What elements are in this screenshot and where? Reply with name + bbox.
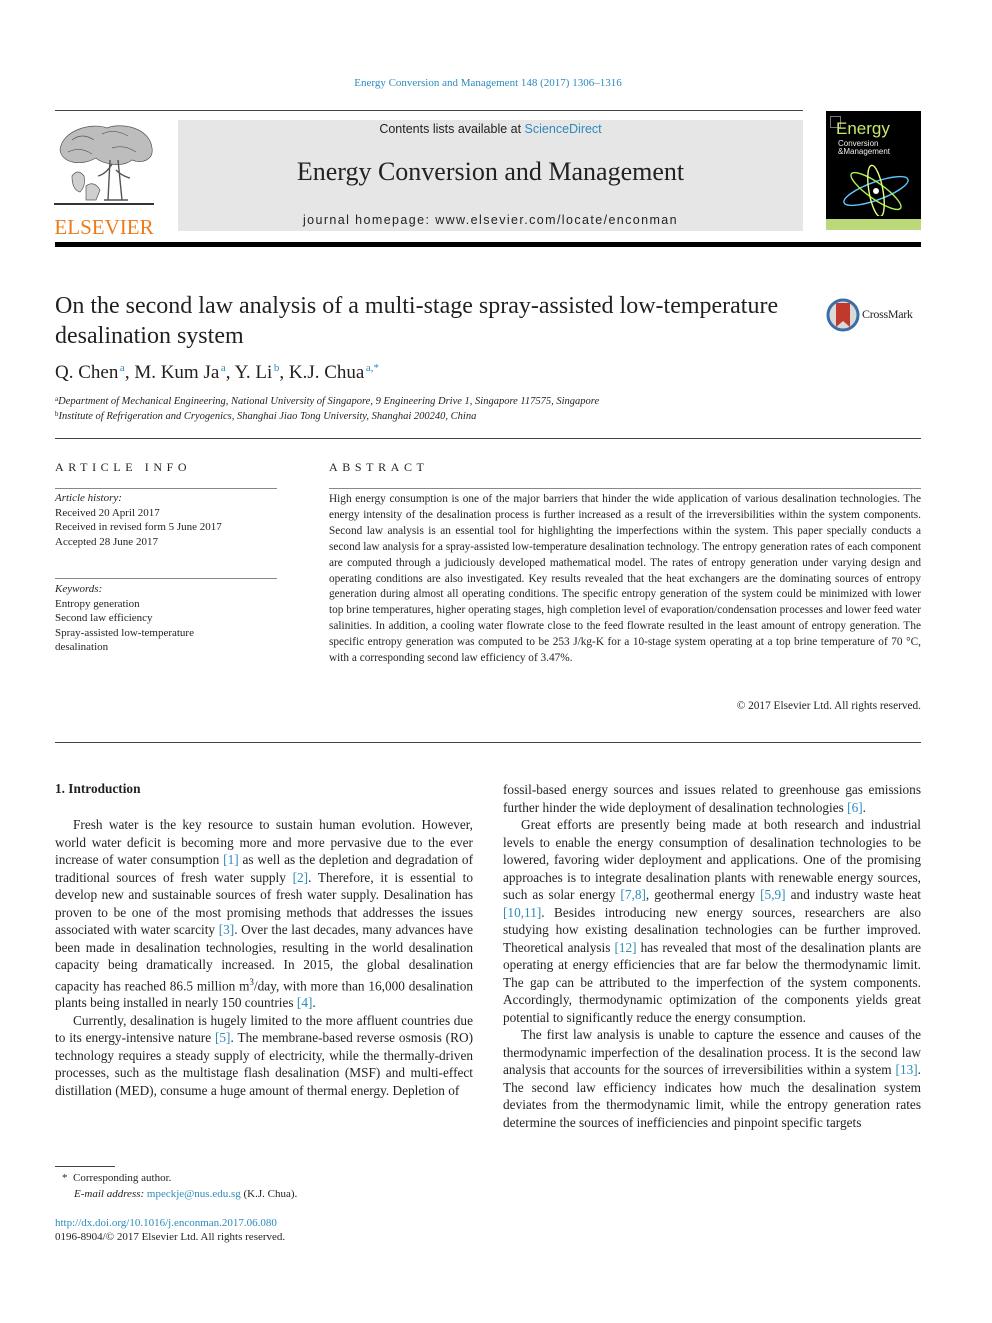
- citation-link[interactable]: [12]: [614, 940, 636, 955]
- corresponding-marker: *: [62, 1172, 68, 1184]
- crossmark-button[interactable]: CrossMark: [826, 297, 926, 333]
- doi-block: http://dx.doi.org/10.1016/j.enconman.201…: [55, 1216, 285, 1244]
- elsevier-tree-icon: [54, 125, 154, 205]
- journal-cover[interactable]: Energy Conversion &Management: [826, 111, 921, 230]
- cover-graphic-icon: [843, 164, 909, 216]
- issn-copyright: 0196-8904/© 2017 Elsevier Ltd. All right…: [55, 1231, 286, 1243]
- citation-link[interactable]: [6]: [847, 800, 863, 815]
- author-name[interactable]: M. Kum Ja: [134, 362, 219, 383]
- article-history: Article history: Received 20 April 2017 …: [55, 491, 222, 549]
- journal-reference-link[interactable]: Energy Conversion and Management 148 (20…: [354, 77, 621, 89]
- email-label: E-mail address:: [74, 1188, 145, 1200]
- email-link[interactable]: mpeckje@nus.edu.sg: [147, 1188, 241, 1200]
- author[interactable]: K.J. Chua a,*: [289, 362, 379, 383]
- sciencedirect-link[interactable]: ScienceDirect: [525, 122, 602, 136]
- abstract-divider: [55, 742, 921, 743]
- keywords-label: Keywords:: [55, 583, 103, 595]
- contents-line: Contents lists available at ScienceDirec…: [178, 122, 803, 136]
- abstract-rule: [329, 488, 921, 489]
- paragraph: The first law analysis is unable to capt…: [503, 1027, 921, 1130]
- citation-link[interactable]: [13]: [896, 1062, 918, 1077]
- body-left-column: Fresh water is the key resource to susta…: [55, 816, 473, 1099]
- cover-band: [826, 219, 921, 230]
- citation-link[interactable]: [5]: [215, 1030, 231, 1045]
- author[interactable]: Y. Li b: [235, 362, 280, 383]
- cover-subtitle-2: &Management: [838, 147, 891, 156]
- citation-link[interactable]: [3]: [219, 922, 235, 937]
- contents-prefix: Contents lists available at: [379, 122, 525, 136]
- citation-link[interactable]: [5,9]: [760, 887, 785, 902]
- section-heading: 1. Introduction: [55, 781, 141, 796]
- author-affiliation-marker[interactable]: a,*: [366, 362, 379, 374]
- journal-masthead: Contents lists available at ScienceDirec…: [178, 120, 803, 231]
- keyword: desalination: [55, 641, 109, 654]
- author-name[interactable]: Q. Chen: [55, 362, 118, 383]
- affiliation-text: Institute of Refrigeration and Cryogenic…: [58, 411, 477, 422]
- email-line: E-mail address: mpeckje@nus.edu.sg (K.J.…: [62, 1186, 297, 1202]
- author-affiliation-marker[interactable]: a: [120, 362, 125, 374]
- abstract-copyright: © 2017 Elsevier Ltd. All rights reserved…: [736, 700, 921, 712]
- paragraph: Fresh water is the key resource to susta…: [55, 817, 474, 1011]
- crossmark-label: CrossMark: [862, 307, 913, 321]
- abstract-heading: ABSTRACT: [329, 460, 429, 474]
- author-affiliation-marker[interactable]: b: [274, 362, 280, 374]
- header-top-rule: [55, 110, 803, 111]
- body-right-column: fossil-based energy sources and issues r…: [503, 781, 921, 1131]
- author-name[interactable]: K.J. Chua: [289, 362, 364, 383]
- elsevier-wordmark: ELSEVIER: [54, 215, 154, 239]
- keywords: Keywords: Entropy generation Second law …: [55, 582, 194, 655]
- author-list: Q. Chen a, M. Kum Ja a, Y. Li b, K.J. Ch…: [55, 362, 380, 383]
- header-thick-rule: [55, 242, 921, 247]
- superscript: 3: [249, 976, 254, 987]
- article-title: On the second law analysis of a multi-st…: [55, 293, 779, 349]
- keyword: Spray-assisted low-temperature: [55, 626, 194, 639]
- footnote-rule: [55, 1166, 115, 1167]
- doi-link[interactable]: http://dx.doi.org/10.1016/j.enconman.201…: [55, 1217, 277, 1229]
- citation-link[interactable]: [1]: [223, 852, 239, 867]
- journal-name: Energy Conversion and Management: [296, 157, 685, 186]
- keyword: Entropy generation: [55, 597, 140, 610]
- affiliation-text: Department of Mechanical Engineering, Na…: [58, 396, 600, 407]
- paragraph: Great efforts are presently being made a…: [503, 817, 921, 1025]
- journal-homepage[interactable]: journal homepage: www.elsevier.com/locat…: [178, 213, 803, 227]
- citation-link[interactable]: [4]: [297, 995, 313, 1010]
- elsevier-logo[interactable]: ELSEVIER: [52, 120, 156, 238]
- keywords-rule: [55, 578, 277, 579]
- cover-subtitle: Conversion &Management: [838, 140, 890, 156]
- title-divider: [55, 438, 921, 439]
- citation-link[interactable]: [10,11]: [503, 905, 541, 920]
- paragraph: fossil-based energy sources and issues r…: [503, 782, 921, 815]
- citation-link[interactable]: [7,8]: [620, 887, 645, 902]
- journal-reference[interactable]: Energy Conversion and Management 148 (20…: [0, 77, 976, 89]
- article-info-heading: ARTICLE INFO: [55, 460, 192, 474]
- citation-link[interactable]: [2]: [293, 870, 309, 885]
- corresponding-text: Corresponding author.: [73, 1172, 172, 1184]
- author-affiliation-marker[interactable]: a: [221, 362, 226, 374]
- history-item: Received 20 April 2017: [55, 506, 160, 519]
- author[interactable]: Q. Chen a: [55, 362, 125, 383]
- author-name[interactable]: Y. Li: [235, 362, 273, 383]
- history-item: Received in revised form 5 June 2017: [55, 521, 222, 534]
- cover-title: Energy: [836, 119, 890, 138]
- author[interactable]: M. Kum Ja a: [134, 362, 225, 383]
- keyword: Second law efficiency: [55, 612, 153, 625]
- affiliation: bInstitute of Refrigeration and Cryogeni…: [55, 410, 476, 422]
- crossmark-icon: [826, 298, 860, 332]
- affiliation: aDepartment of Mechanical Engineering, N…: [55, 395, 599, 407]
- history-item: Accepted 28 June 2017: [55, 535, 158, 548]
- email-owner: (K.J. Chua).: [240, 1188, 298, 1200]
- paragraph: Currently, desalination is hugely limite…: [55, 1012, 473, 1098]
- article-history-label: Article history:: [55, 492, 122, 504]
- footnote: * Corresponding author. E-mail address: …: [62, 1170, 297, 1202]
- corresponding-author-note: * Corresponding author.: [62, 1170, 297, 1186]
- article-info-rule: [55, 488, 277, 489]
- abstract-text: High energy consumption is one of the ma…: [329, 493, 921, 665]
